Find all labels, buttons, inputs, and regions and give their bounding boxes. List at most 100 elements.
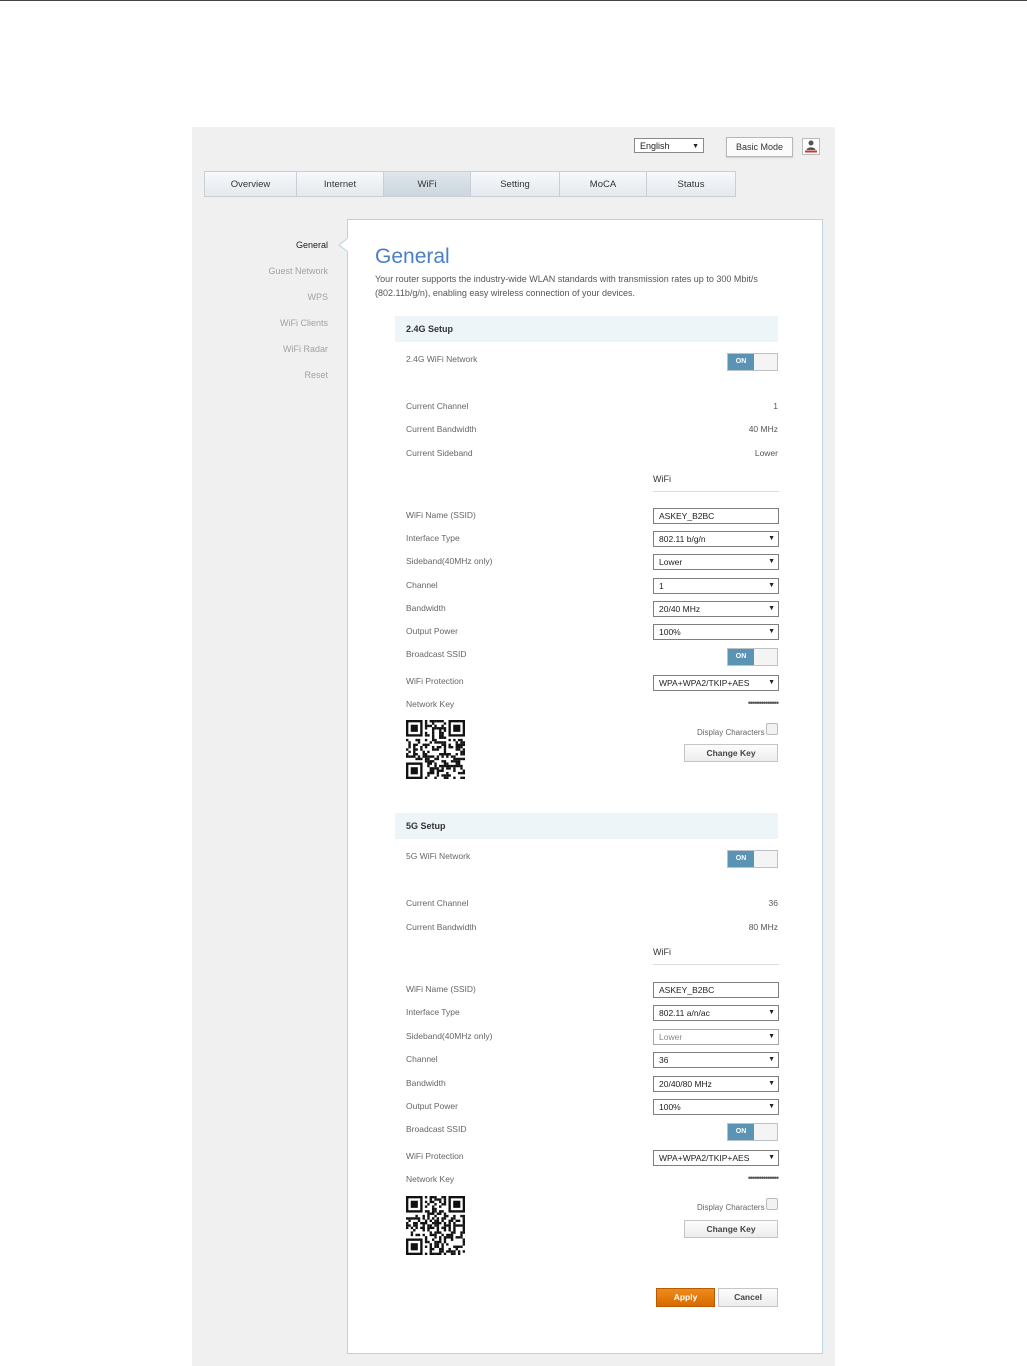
toggle-on-label: ON	[728, 1124, 754, 1140]
user-button[interactable]	[802, 138, 820, 155]
select-value: 20/40 MHz	[659, 604, 701, 614]
sidebar-item-wps[interactable]: WPS	[307, 292, 328, 302]
tab-setting[interactable]: Setting	[471, 172, 560, 196]
interface-type-label: Interface Type	[406, 533, 460, 543]
interface-type-select[interactable]: 802.11 b/g/n ▼	[653, 531, 779, 547]
tab-moca[interactable]: MoCA	[560, 172, 647, 196]
network-2g-label: 2.4G WiFi Network	[406, 354, 478, 364]
wifi-protection-select[interactable]: WPA+WPA2/TKIP+AES ▼	[653, 1150, 779, 1166]
select-value: 100%	[659, 1102, 681, 1112]
tab-internet[interactable]: Internet	[297, 172, 384, 196]
output-power-label: Output Power	[406, 1101, 458, 1111]
sidebar-item-wifi-radar[interactable]: WiFi Radar	[283, 344, 328, 354]
tab-status[interactable]: Status	[647, 172, 735, 196]
qr-code-icon	[406, 720, 465, 779]
output-power-select[interactable]: 100% ▼	[653, 624, 779, 640]
section-2g-header: 2.4G Setup	[395, 316, 778, 342]
select-value: 1	[659, 581, 664, 591]
broadcast-ssid-toggle[interactable]: ON	[727, 1123, 778, 1141]
display-characters-label: Display Characters	[697, 1203, 765, 1212]
display-characters-checkbox[interactable]	[766, 723, 778, 735]
current-channel-label: Current Channel	[406, 898, 469, 908]
current-channel-value: 1	[773, 401, 778, 411]
sidebar-item-wifi-clients[interactable]: WiFi Clients	[280, 318, 328, 328]
display-characters-checkbox[interactable]	[766, 1198, 778, 1210]
wifi-subheader: WiFi	[653, 947, 779, 965]
channel-select[interactable]: 36 ▼	[653, 1052, 779, 1068]
toggle-on-label: ON	[728, 354, 754, 370]
select-value: 36	[659, 1055, 669, 1065]
basic-mode-button[interactable]: Basic Mode	[726, 137, 793, 157]
section-5g-header: 5G Setup	[395, 813, 778, 839]
sideband-label: Sideband(40MHz only)	[406, 1031, 493, 1041]
chevron-down-icon: ▼	[768, 582, 775, 589]
chevron-down-icon: ▼	[768, 679, 775, 686]
select-value: 802.11 b/g/n	[659, 534, 706, 544]
wifi-protection-select[interactable]: WPA+WPA2/TKIP+AES ▼	[653, 675, 779, 691]
chevron-down-icon: ▼	[768, 605, 775, 612]
page-description: Your router supports the industry-wide W…	[375, 274, 758, 298]
tab-wifi[interactable]: WiFi	[384, 172, 471, 196]
sidebar-item-guest-network[interactable]: Guest Network	[268, 266, 328, 276]
chevron-down-icon: ▼	[768, 558, 775, 565]
channel-label: Channel	[406, 580, 438, 590]
current-bandwidth-label: Current Bandwidth	[406, 922, 477, 932]
network-5g-toggle[interactable]: ON	[727, 850, 778, 868]
change-key-button[interactable]: Change Key	[684, 744, 778, 762]
network-5g-label: 5G WiFi Network	[406, 851, 471, 861]
ssid-input[interactable]: ASKEY_B2BC	[653, 508, 779, 524]
qr-code-icon	[406, 1196, 465, 1255]
cancel-button[interactable]: Cancel	[718, 1288, 778, 1307]
select-value: Lower	[659, 557, 683, 567]
main-nav-tabs: Overview Internet WiFi Setting MoCA Stat…	[204, 171, 736, 197]
channel-label: Channel	[406, 1054, 438, 1064]
broadcast-ssid-label: Broadcast SSID	[406, 1124, 467, 1134]
router-app-frame: English ▼ Basic Mode Overview Internet W…	[192, 127, 835, 1366]
bandwidth-select[interactable]: 20/40/80 MHz ▼	[653, 1076, 779, 1092]
current-sideband-label: Current Sideband	[406, 448, 473, 458]
interface-type-label: Interface Type	[406, 1007, 460, 1017]
chevron-down-icon: ▼	[692, 143, 699, 150]
broadcast-ssid-toggle[interactable]: ON	[727, 648, 778, 666]
network-2g-toggle[interactable]: ON	[727, 353, 778, 371]
current-bandwidth-value: 80 MHz	[748, 922, 778, 932]
interface-type-select[interactable]: 802.11 a/n/ac ▼	[653, 1005, 779, 1021]
sidebar-caret-icon	[338, 238, 348, 252]
chevron-down-icon: ▼	[768, 1009, 775, 1016]
select-value: Lower	[659, 1032, 683, 1042]
network-key-label: Network Key	[406, 1174, 455, 1184]
bandwidth-label: Bandwidth	[406, 603, 446, 613]
chevron-down-icon: ▼	[768, 1080, 775, 1087]
toggle-on-label: ON	[728, 851, 754, 867]
current-channel-label: Current Channel	[406, 401, 469, 411]
language-select[interactable]: English ▼	[634, 138, 704, 153]
change-key-button[interactable]: Change Key	[684, 1220, 778, 1238]
bandwidth-select[interactable]: 20/40 MHz ▼	[653, 601, 779, 617]
toggle-on-label: ON	[728, 649, 754, 665]
chevron-down-icon: ▼	[768, 1103, 775, 1110]
chevron-down-icon: ▼	[768, 535, 775, 542]
ssid-label: WiFi Name (SSID)	[406, 510, 476, 520]
sidebar-item-general[interactable]: General	[296, 240, 328, 250]
sideband-select[interactable]: Lower ▼	[653, 1029, 779, 1045]
select-value: 802.11 a/n/ac	[659, 1008, 710, 1018]
network-key-value: ••••••••••••••	[747, 698, 779, 708]
sideband-select[interactable]: Lower ▼	[653, 554, 779, 570]
output-power-label: Output Power	[406, 626, 458, 636]
language-value: English	[640, 141, 670, 151]
ssid-input[interactable]: ASKEY_B2BC	[653, 982, 779, 998]
wifi-protection-label: WiFi Protection	[406, 676, 464, 686]
page-title: General	[375, 245, 450, 268]
select-value: 100%	[659, 627, 681, 637]
channel-select[interactable]: 1 ▼	[653, 578, 779, 594]
chevron-down-icon: ▼	[768, 628, 775, 635]
sidebar-item-reset[interactable]: Reset	[304, 370, 328, 380]
select-value: 20/40/80 MHz	[659, 1079, 712, 1089]
wifi-protection-label: WiFi Protection	[406, 1151, 464, 1161]
general-panel: General Your router supports the industr…	[347, 219, 823, 1354]
current-bandwidth-label: Current Bandwidth	[406, 424, 477, 434]
output-power-select[interactable]: 100% ▼	[653, 1099, 779, 1115]
apply-button[interactable]: Apply	[656, 1288, 715, 1307]
tab-overview[interactable]: Overview	[205, 172, 297, 196]
display-characters-label: Display Characters	[697, 728, 765, 737]
